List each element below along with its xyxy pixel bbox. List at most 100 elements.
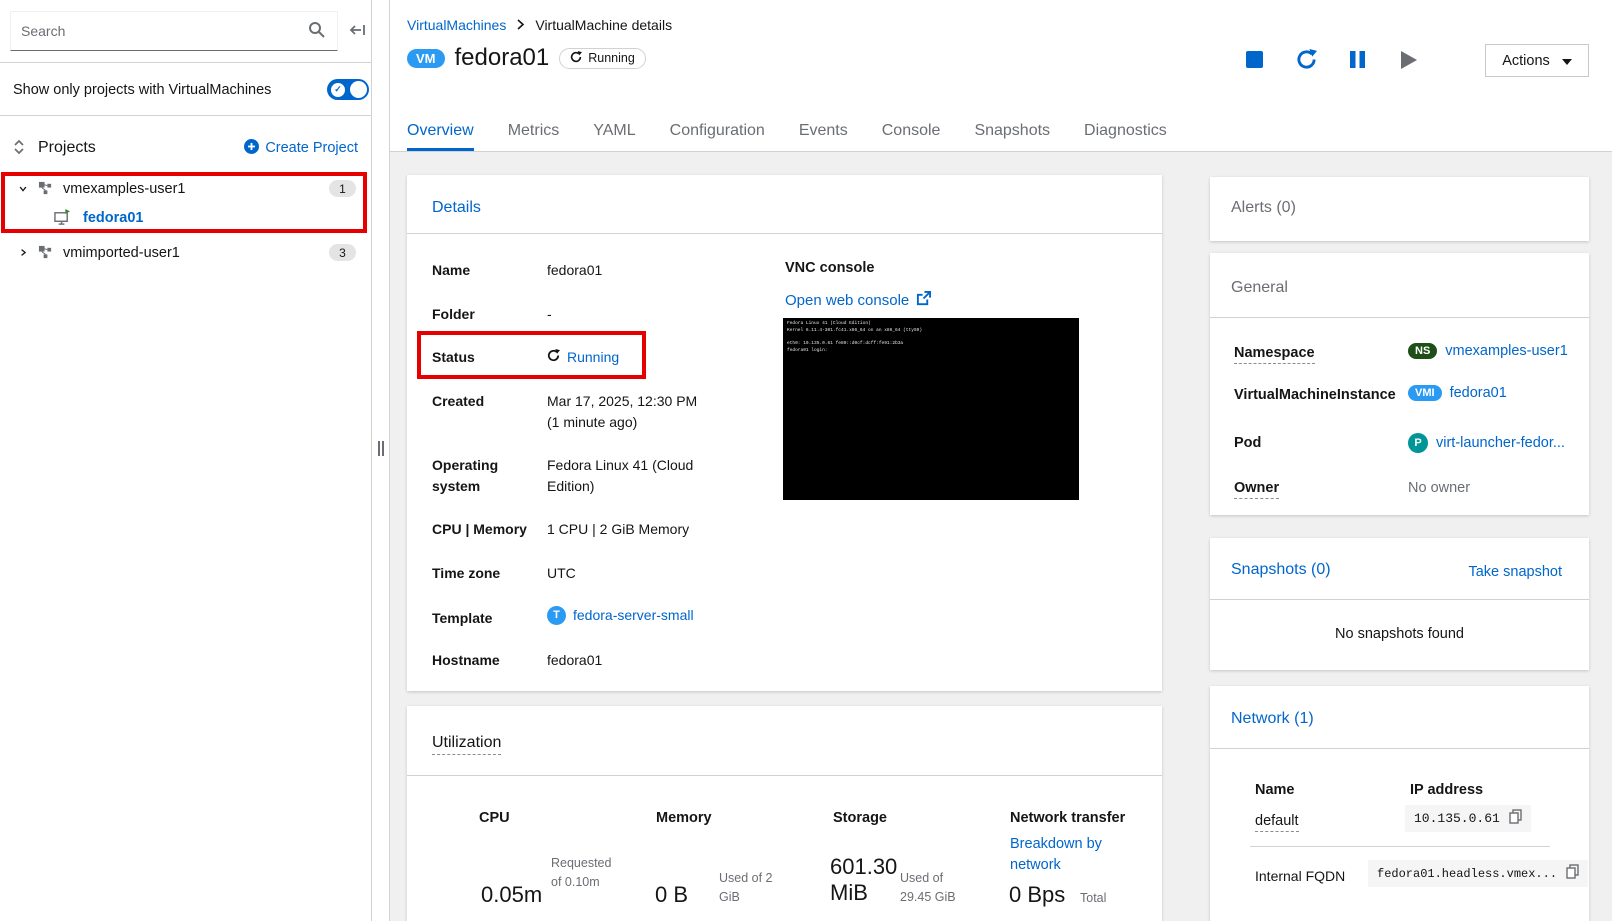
created-value: Mar 17, 2025, 12:30 PM (1 minute ago) xyxy=(547,393,698,430)
sidebar-resize-handle[interactable] xyxy=(373,0,390,921)
tab-snapshots[interactable]: Snapshots xyxy=(974,112,1050,151)
divider xyxy=(0,62,372,63)
tab-configuration[interactable]: Configuration xyxy=(670,112,765,151)
utilization-title[interactable]: Utilization xyxy=(432,734,502,755)
vnc-console-text: Fedora Linux 41 (Cloud Edition) Kernel 6… xyxy=(787,321,923,353)
sidebar-item-vmimported-user1[interactable]: vmimported-user1 3 xyxy=(0,238,372,267)
tab-diagnostics[interactable]: Diagnostics xyxy=(1084,112,1167,151)
search-input[interactable] xyxy=(11,12,295,50)
no-snapshots-message: No snapshots found xyxy=(1335,626,1464,642)
folder-value: - xyxy=(547,306,552,322)
internal-fqdn-label: Internal FQDN xyxy=(1255,868,1346,884)
tab-metrics[interactable]: Metrics xyxy=(508,112,560,151)
network-transfer-header: Network transfer xyxy=(1010,810,1126,826)
namespace-link[interactable]: vmexamples-user1 xyxy=(1445,343,1568,359)
network-card: Network (1) Name IP address default 10.1… xyxy=(1210,686,1589,921)
network-ip-header: IP address xyxy=(1410,782,1484,798)
pause-vm-button[interactable] xyxy=(1344,48,1370,74)
template-link[interactable]: fedora-server-small xyxy=(573,605,694,626)
sync-icon xyxy=(570,50,583,66)
name-value: fedora01 xyxy=(547,262,603,278)
tab-console[interactable]: Console xyxy=(882,112,941,151)
pause-icon xyxy=(1349,50,1366,72)
actions-dropdown-button[interactable]: Actions xyxy=(1485,44,1589,77)
hostname-label: Hostname xyxy=(432,652,500,668)
memory-header: Memory xyxy=(656,810,712,826)
namespace-label[interactable]: Namespace xyxy=(1234,345,1315,364)
sidebar-item-vmexamples-user1[interactable]: vmexamples-user1 1 xyxy=(0,174,372,203)
sort-projects-button[interactable] xyxy=(4,138,34,159)
chevron-down-icon[interactable] xyxy=(12,181,34,196)
tab-overview[interactable]: Overview xyxy=(407,112,474,151)
storage-capacity-caption: Used of 29.45 GiB xyxy=(900,871,956,905)
project-name: vmexamples-user1 xyxy=(63,180,186,197)
os-label: Operating system xyxy=(432,457,499,494)
hostname-value: fedora01 xyxy=(547,652,603,668)
tab-events[interactable]: Events xyxy=(799,112,848,151)
divider xyxy=(1210,599,1589,600)
projects-sidebar: Show only projects with VirtualMachines … xyxy=(0,0,372,921)
restart-icon xyxy=(1296,49,1317,73)
page-header: VirtualMachines VirtualMachine details V… xyxy=(390,0,1612,152)
create-project-button[interactable]: Create Project xyxy=(238,138,364,159)
chevron-right-icon[interactable] xyxy=(12,245,34,260)
filter-toggle-switch[interactable]: ✓ xyxy=(327,79,369,100)
caret-down-icon xyxy=(1561,53,1572,69)
stop-vm-button[interactable] xyxy=(1241,48,1267,74)
fqdn-chip: fedora01.headless.vmex... xyxy=(1368,860,1589,887)
external-link-icon xyxy=(916,291,932,310)
alerts-card: Alerts (0) xyxy=(1210,177,1589,241)
virtual-machine-icon xyxy=(54,209,71,226)
vm-tree-link[interactable]: fedora01 xyxy=(83,210,143,226)
tab-bar: Overview Metrics YAML Configuration Even… xyxy=(390,112,1612,152)
collapse-sidebar-button[interactable] xyxy=(344,18,371,45)
snapshots-title-link[interactable]: Snapshots (0) xyxy=(1231,561,1331,579)
copy-ip-button[interactable] xyxy=(1509,808,1522,829)
breadcrumb-chevron-icon xyxy=(516,17,525,33)
timezone-label: Time zone xyxy=(432,565,501,581)
breadcrumb-virtualmachines-link[interactable]: VirtualMachines xyxy=(407,17,506,33)
namespace-badge-icon: NS xyxy=(1408,343,1438,359)
collapse-arrow-icon xyxy=(349,21,367,42)
alerts-title[interactable]: Alerts (0) xyxy=(1231,199,1296,217)
plus-circle-icon xyxy=(244,138,260,158)
page-title: fedora01 xyxy=(454,44,550,71)
project-tree-icon xyxy=(38,181,53,196)
network-total-caption: Total xyxy=(1080,891,1107,905)
details-card-title-link[interactable]: Details xyxy=(432,199,481,217)
created-label: Created xyxy=(432,393,485,409)
search-button[interactable] xyxy=(295,12,337,50)
vnc-console-screen[interactable]: Fedora Linux 41 (Cloud Edition) Kernel 6… xyxy=(783,318,1079,500)
vmi-link[interactable]: fedora01 xyxy=(1450,385,1507,401)
vmi-value: VMI fedora01 xyxy=(1408,385,1507,401)
take-snapshot-button[interactable]: Take snapshot xyxy=(1462,563,1568,581)
copy-fqdn-button[interactable] xyxy=(1566,863,1579,884)
vm-kind-badge: VM xyxy=(407,48,445,68)
network-row-name[interactable]: default xyxy=(1255,813,1299,832)
restart-vm-button[interactable] xyxy=(1293,48,1319,74)
main-content: VirtualMachines VirtualMachine details V… xyxy=(390,0,1612,921)
owner-label[interactable]: Owner xyxy=(1234,480,1280,499)
start-vm-button[interactable] xyxy=(1395,48,1421,74)
open-web-console-link[interactable]: Open web console xyxy=(785,291,932,310)
general-card: General Namespace NS vmexamples-user1 Vi… xyxy=(1210,253,1589,515)
vmi-badge-icon: VMI xyxy=(1408,385,1442,401)
status-running-link[interactable]: Running xyxy=(567,347,619,368)
project-tree-icon xyxy=(38,245,53,260)
network-title-link[interactable]: Network (1) xyxy=(1231,710,1314,728)
projects-header-row: Projects Create Project xyxy=(0,133,372,163)
divider xyxy=(1250,846,1550,847)
project-name: vmimported-user1 xyxy=(63,244,180,261)
pod-value: P virt-launcher-fedor... xyxy=(1408,433,1565,453)
ip-address-chip: 10.135.0.61 xyxy=(1405,805,1531,832)
tab-yaml[interactable]: YAML xyxy=(593,112,635,151)
filter-toggle-label: Show only projects with VirtualMachines xyxy=(13,82,272,98)
general-title: General xyxy=(1231,279,1288,296)
vmi-label: VirtualMachineInstance xyxy=(1234,387,1396,403)
ip-address-value: 10.135.0.61 xyxy=(1414,811,1500,826)
storage-usage-value: 601.30 MiB xyxy=(830,854,898,905)
sidebar-item-fedora01[interactable]: fedora01 xyxy=(0,203,372,232)
actions-label: Actions xyxy=(1502,52,1550,69)
breakdown-by-network-link[interactable]: Breakdown by network xyxy=(1010,834,1120,876)
pod-link[interactable]: virt-launcher-fedor... xyxy=(1436,435,1565,451)
